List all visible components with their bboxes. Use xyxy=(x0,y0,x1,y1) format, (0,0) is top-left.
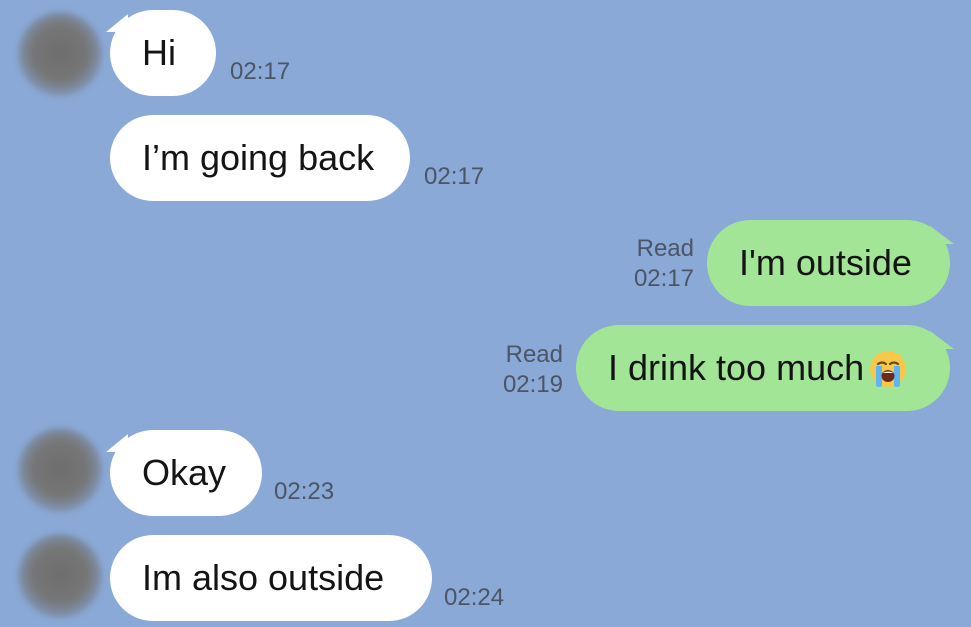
message-text: Hi xyxy=(142,32,176,73)
sender-avatar[interactable] xyxy=(18,12,102,96)
message-meta: Read 02:19 xyxy=(503,340,563,400)
message-bubble-incoming[interactable]: Okay xyxy=(110,430,262,516)
bubble-tail xyxy=(930,331,954,349)
read-receipt: Read xyxy=(505,341,563,368)
read-receipt: Read xyxy=(636,235,694,262)
message-meta: Read 02:17 xyxy=(634,234,694,294)
message-timestamp: 02:19 xyxy=(502,371,563,398)
bubble-tail xyxy=(930,226,954,244)
message-bubble-incoming[interactable]: I’m going back xyxy=(110,115,410,201)
message-bubble-outgoing[interactable]: I'm outside xyxy=(707,220,950,306)
loudly-crying-face-icon xyxy=(870,351,907,387)
message-text: I drink too much xyxy=(608,347,865,388)
message-text: Im also outside xyxy=(142,557,385,598)
message-timestamp: 02:17 xyxy=(633,265,694,292)
message-text: I’m going back xyxy=(142,137,375,178)
message-text: Okay xyxy=(142,452,227,493)
sender-avatar[interactable] xyxy=(18,534,102,618)
message-text: I'm outside xyxy=(739,242,912,283)
message-bubble-incoming[interactable]: Hi xyxy=(110,10,216,96)
message-bubble-incoming[interactable]: Im also outside xyxy=(110,535,432,621)
message-timestamp: 02:23 xyxy=(274,478,335,505)
message-timestamp: 02:24 xyxy=(444,584,505,611)
message-timestamp: 02:17 xyxy=(424,163,485,190)
sender-avatar[interactable] xyxy=(18,428,102,512)
message-timestamp: 02:17 xyxy=(230,58,291,85)
message-bubble-outgoing[interactable]: I drink too much xyxy=(576,325,950,411)
